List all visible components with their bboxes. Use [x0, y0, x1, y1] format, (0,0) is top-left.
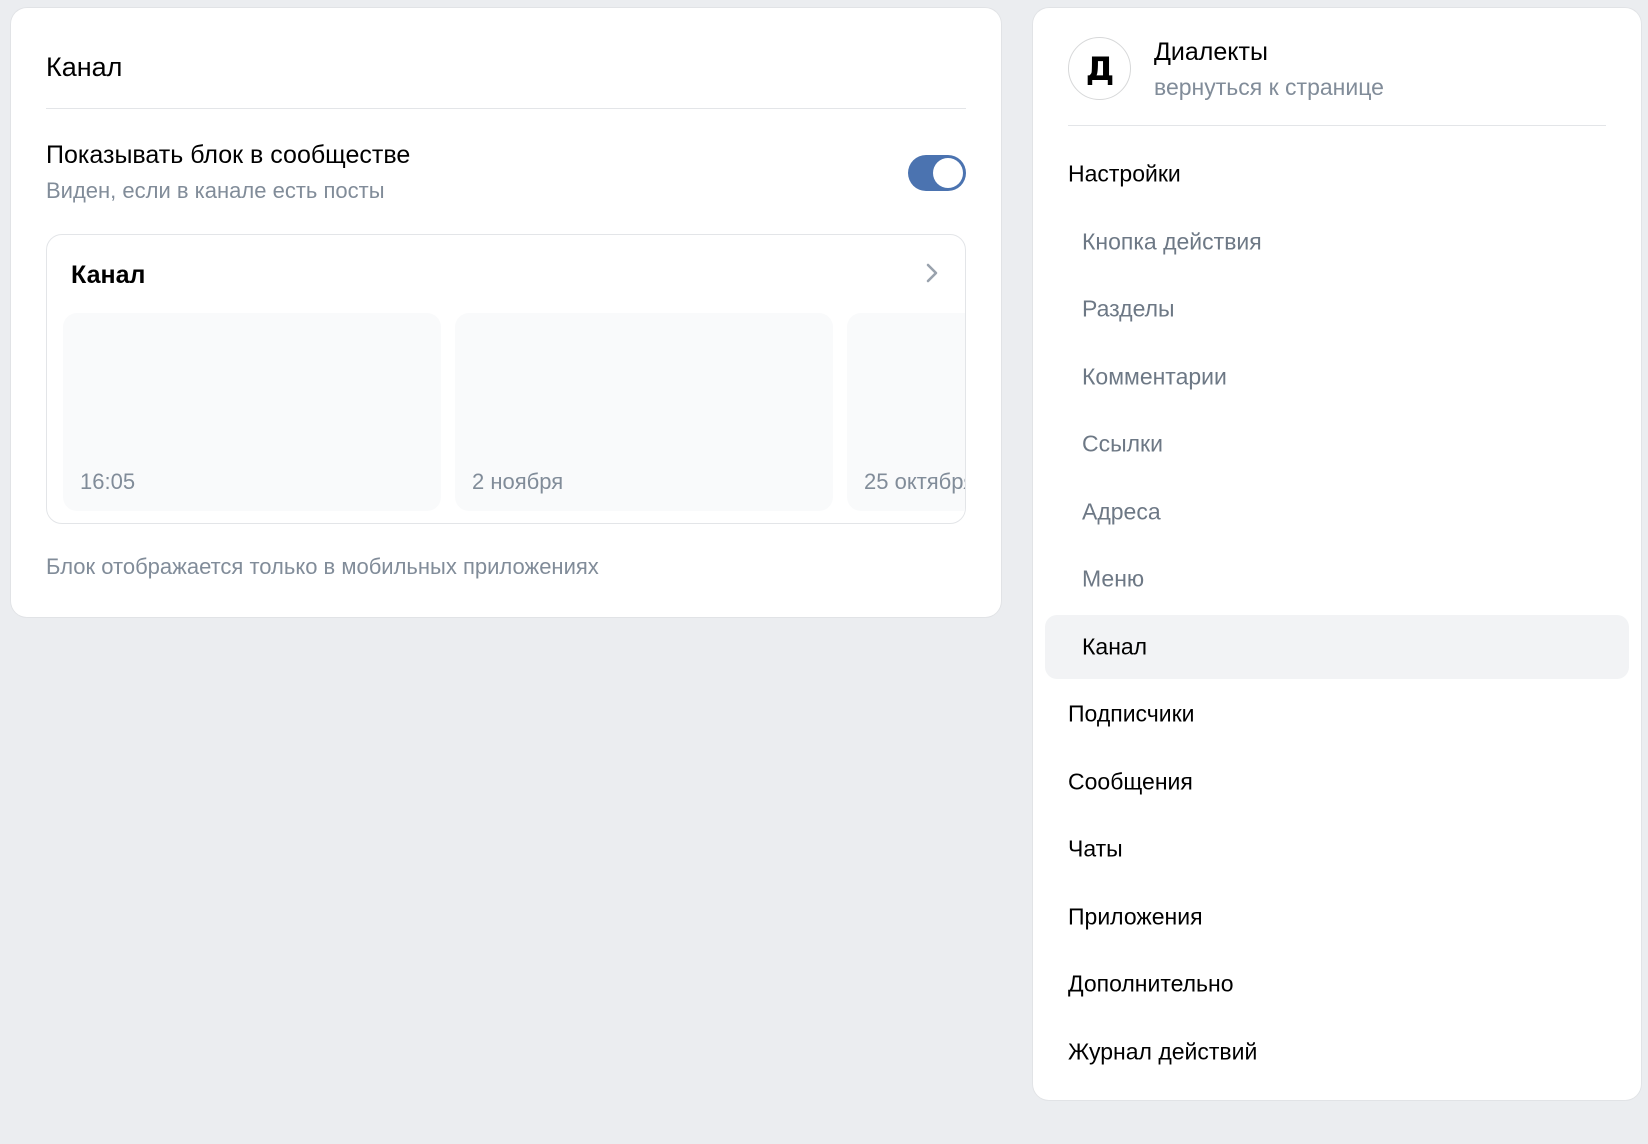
- post-date: 16:05: [80, 469, 136, 494]
- sidebar-item-11[interactable]: Приложения: [1045, 885, 1629, 949]
- sidebar-item-3[interactable]: Комментарии: [1045, 345, 1629, 409]
- sidebar-item-4[interactable]: Ссылки: [1045, 412, 1629, 476]
- sidebar-item-6[interactable]: Меню: [1045, 547, 1629, 611]
- show-block-hint: Виден, если в канале есть посты: [46, 178, 385, 203]
- community-name: Диалекты: [1154, 38, 1268, 66]
- post-date: 2 ноября: [472, 469, 564, 494]
- sidebar-item-7[interactable]: Канал: [1045, 615, 1629, 679]
- sidebar-item-13[interactable]: Журнал действий: [1045, 1020, 1629, 1084]
- avatar-letter: Д: [1085, 50, 1114, 88]
- channel-preview: Канал 16:05 2 ноября 25 октября: [46, 234, 966, 524]
- channel-post-card[interactable]: 25 октября: [847, 313, 966, 511]
- divider: [1068, 125, 1606, 126]
- show-block-toggle[interactable]: [908, 155, 966, 191]
- sidebar-item-label: Настройки: [1068, 160, 1181, 187]
- sidebar-item-label: Разделы: [1082, 295, 1175, 322]
- sidebar-item-label: Сообщения: [1068, 768, 1193, 795]
- sidebar-item-label: Подписчики: [1068, 700, 1195, 727]
- toggle-knob: [933, 158, 963, 188]
- channel-post-card[interactable]: 2 ноября: [455, 313, 833, 511]
- show-block-label: Показывать блок в сообществе: [46, 141, 411, 169]
- channel-preview-title: Канал: [71, 261, 146, 289]
- sidebar-item-label: Приложения: [1068, 903, 1203, 930]
- back-to-page-link[interactable]: вернуться к странице: [1154, 74, 1384, 101]
- sidebar-item-label: Канал: [1082, 633, 1148, 660]
- sidebar-item-9[interactable]: Сообщения: [1045, 750, 1629, 814]
- sidebar-item-0[interactable]: Настройки: [1045, 142, 1629, 206]
- chevron-right-icon[interactable]: [921, 259, 943, 287]
- post-date: 25 октября: [864, 469, 966, 494]
- sidebar-item-label: Чаты: [1068, 835, 1123, 862]
- sidebar-item-10[interactable]: Чаты: [1045, 817, 1629, 881]
- avatar[interactable]: Д: [1068, 37, 1131, 100]
- sidebar-item-5[interactable]: Адреса: [1045, 480, 1629, 544]
- sidebar-item-label: Комментарии: [1082, 363, 1227, 390]
- divider: [46, 108, 966, 109]
- sidebar-item-label: Журнал действий: [1068, 1038, 1258, 1065]
- sidebar-item-label: Дополнительно: [1068, 970, 1234, 997]
- settings-navigation: Д Диалекты вернуться к странице Настройк…: [1033, 8, 1641, 1100]
- channel-post-card[interactable]: 16:05: [63, 313, 441, 511]
- community-logo-icon: Д: [1085, 50, 1114, 88]
- sidebar-item-2[interactable]: Разделы: [1045, 277, 1629, 341]
- sidebar-item-label: Кнопка действия: [1082, 228, 1262, 255]
- page-title: Канал: [46, 52, 123, 82]
- channel-settings-card: Канал Показывать блок в сообществе Виден…: [11, 8, 1001, 617]
- mobile-only-note: Блок отображается только в мобильных при…: [46, 554, 599, 579]
- sidebar-item-12[interactable]: Дополнительно: [1045, 952, 1629, 1016]
- sidebar-item-label: Адреса: [1082, 498, 1161, 525]
- sidebar-item-8[interactable]: Подписчики: [1045, 682, 1629, 746]
- sidebar-item-label: Меню: [1082, 565, 1145, 592]
- sidebar-item-1[interactable]: Кнопка действия: [1045, 210, 1629, 274]
- sidebar-item-label: Ссылки: [1082, 430, 1163, 457]
